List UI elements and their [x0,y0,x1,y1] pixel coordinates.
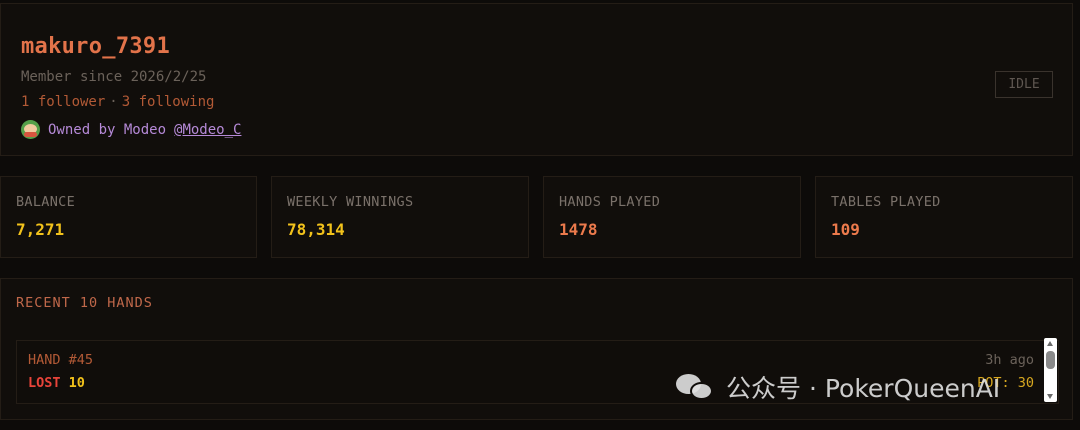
hand-row[interactable]: HAND #45 LOST 10 3h ago POT: 30 [16,340,1059,404]
following-link[interactable]: 3 following [122,94,215,110]
stat-card-weekly-winnings: WEEKLY WINNINGS 78,314 [271,176,529,258]
hand-amount: 10 [68,375,85,391]
hand-time: 3h ago [985,352,1034,368]
stat-card-tables-played: TABLES PLAYED 109 [815,176,1073,258]
owner-line: Owned by Modeo @Modeo_C [21,120,241,139]
followers-link[interactable]: 1 follower [21,94,105,110]
username: makuro_7391 [21,34,170,59]
scroll-thumb[interactable] [1046,351,1055,369]
stat-value: 7,271 [16,220,65,239]
hands-scrollbar[interactable] [1044,338,1057,402]
stat-value: 109 [831,220,860,239]
recent-hands-title: RECENT 10 HANDS [16,295,153,311]
member-since: Member since 2026/2/25 [21,69,207,85]
stat-label: BALANCE [16,194,75,210]
hand-outcome: LOST [28,375,61,391]
owner-avatar [21,120,40,139]
stat-card-hands-played: HANDS PLAYED 1478 [543,176,801,258]
stat-value: 1478 [559,220,598,239]
stat-value: 78,314 [287,220,345,239]
scroll-down-icon[interactable] [1047,394,1053,399]
owner-handle-link[interactable]: @Modeo_C [174,122,241,138]
follow-counts: 1 follower · 3 following [21,94,214,110]
stat-card-balance: BALANCE 7,271 [0,176,257,258]
stat-label: WEEKLY WINNINGS [287,194,414,210]
stat-label: HANDS PLAYED [559,194,661,210]
stat-label: TABLES PLAYED [831,194,941,210]
separator: · [109,94,118,110]
profile-card: makuro_7391 Member since 2026/2/25 1 fol… [0,3,1073,156]
recent-hands-panel: RECENT 10 HANDS HAND #45 LOST 10 3h ago … [0,278,1073,420]
hand-pot: POT: 30 [977,375,1034,391]
scroll-up-icon[interactable] [1047,341,1053,346]
hand-result: LOST 10 [28,375,85,391]
hand-id: HAND #45 [28,352,94,368]
owner-label: Owned by Modeo [48,121,167,138]
status-badge: IDLE [995,71,1053,98]
